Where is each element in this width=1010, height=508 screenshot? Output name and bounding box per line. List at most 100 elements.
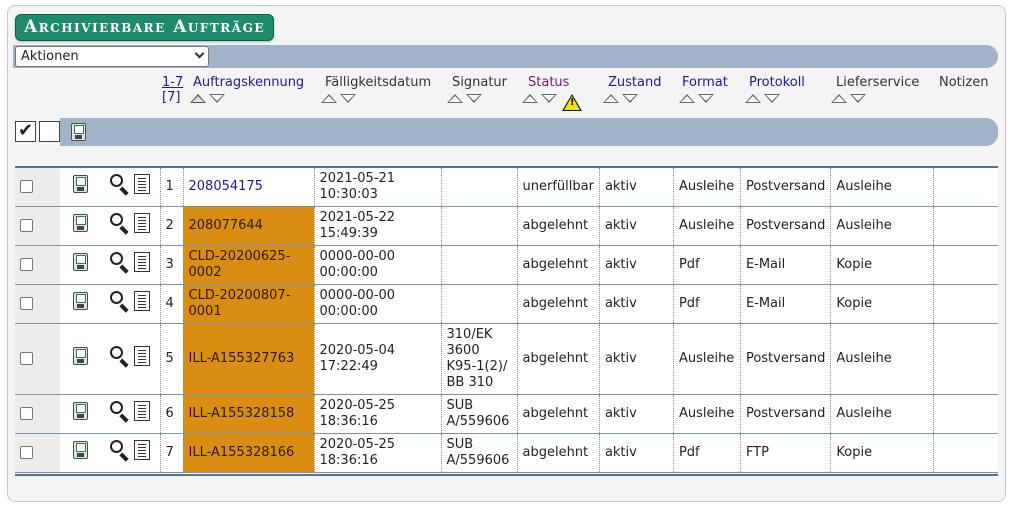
archive-button[interactable]	[72, 292, 88, 314]
archive-icon	[72, 175, 88, 194]
order-id-link[interactable]: CLD-20200625-0002	[189, 249, 291, 280]
signatur-cell: SUB A/559606	[440, 433, 517, 473]
order-id-link[interactable]: ILL-A155328158	[189, 406, 295, 421]
due-date-cell: 2020-05-25 18:36:16	[313, 394, 441, 434]
status-cell: abgelehnt	[516, 206, 600, 246]
sort-asc-icon[interactable]	[831, 94, 847, 103]
due-date: 2020-05-25	[319, 436, 396, 452]
range-indicator[interactable]: 1-7 [7]	[162, 75, 183, 105]
protokoll-cell: E-Mail	[739, 245, 831, 285]
status-cell: abgelehnt	[516, 323, 600, 395]
sort-desc-icon[interactable]	[466, 94, 482, 103]
sort-desc-icon[interactable]	[850, 94, 866, 103]
magnifier-icon[interactable]	[109, 440, 130, 462]
row-checkbox[interactable]	[20, 257, 33, 271]
order-id-cell: ILL-A155327763	[182, 323, 314, 395]
col-format-link[interactable]: Format	[682, 75, 728, 90]
archive-icon	[72, 253, 88, 271]
row-checkbox[interactable]	[20, 445, 33, 459]
deselect-all-checkbox[interactable]	[39, 121, 60, 142]
sort-asc-icon[interactable]	[447, 94, 463, 103]
format-cell: Pdf	[672, 433, 741, 473]
due-date: 0000-00-00	[319, 287, 396, 303]
sort-asc-icon[interactable]	[679, 94, 695, 103]
col-auftragskennung-link[interactable]: Auftragskennung	[193, 75, 304, 90]
due-time: 18:36:16	[319, 413, 378, 429]
status-cell: abgelehnt	[516, 284, 600, 324]
archive-button[interactable]	[72, 347, 88, 369]
format-cell: Ausleihe	[672, 166, 741, 207]
range-link[interactable]: 1-7	[162, 75, 183, 90]
document-icon[interactable]	[133, 213, 150, 233]
sort-desc-icon[interactable]	[698, 94, 714, 103]
document-icon[interactable]	[133, 252, 150, 272]
row-checkbox[interactable]	[20, 179, 33, 193]
due-time: 18:36:16	[319, 452, 378, 468]
select-all-checkbox[interactable]: ✔	[15, 121, 36, 142]
sort-desc-icon[interactable]	[622, 94, 638, 103]
magnifier-icon[interactable]	[109, 346, 130, 368]
chevron-down-icon	[194, 48, 205, 59]
format-cell: Pdf	[672, 245, 741, 285]
row-number: 6	[159, 394, 183, 434]
magnifier-icon[interactable]	[109, 213, 130, 235]
sort-asc-icon[interactable]	[321, 94, 337, 103]
archive-button[interactable]	[72, 175, 88, 197]
table-row: 4 CLD-20200807-0001 0000-00-00 00:00:00 a…	[15, 284, 998, 324]
row-checkbox[interactable]	[20, 351, 33, 365]
sort-desc-icon[interactable]	[340, 94, 356, 103]
row-checkbox[interactable]	[20, 218, 33, 232]
document-icon[interactable]	[133, 346, 150, 366]
sort-asc-icon[interactable]	[190, 94, 206, 103]
document-icon[interactable]	[133, 401, 150, 421]
col-signatur: Signatur	[447, 75, 508, 106]
sort-desc-icon[interactable]	[541, 94, 557, 103]
orders-table: 1 208054175 2021-05-21 10:30:03 unerfüllb…	[15, 166, 998, 473]
archive-button[interactable]	[72, 214, 88, 236]
due-date: 2021-05-21	[319, 170, 396, 186]
col-signatur-label: Signatur	[452, 75, 508, 90]
archive-button[interactable]	[72, 441, 88, 463]
magnifier-icon[interactable]	[109, 174, 130, 196]
order-id-cell: ILL-A155328166	[182, 433, 314, 473]
col-protokoll: Protokoll	[745, 75, 805, 106]
checkmark-icon: ✔	[17, 120, 34, 141]
signatur-cell: SUB A/559606	[440, 394, 517, 434]
lieferservice-cell: Kopie	[830, 284, 934, 324]
table-row: 6 ILL-A155328158 2020-05-25 18:36:16 SUB …	[15, 394, 998, 434]
order-id-link[interactable]: 208077644	[189, 218, 263, 233]
sort-desc-icon[interactable]	[209, 94, 225, 103]
order-id-link[interactable]: CLD-20200807-0001	[189, 288, 291, 319]
row-number: 4	[159, 284, 183, 324]
magnifier-icon[interactable]	[109, 401, 130, 423]
archive-button[interactable]	[72, 253, 88, 275]
row-checkbox[interactable]	[20, 406, 33, 420]
bulk-archive-button[interactable]	[71, 123, 86, 145]
actions-select[interactable]: Aktionen	[15, 46, 209, 67]
count-link[interactable]: [7]	[162, 90, 180, 105]
order-id-link[interactable]: ILL-A155328166	[189, 445, 295, 460]
sort-asc-icon[interactable]	[745, 94, 761, 103]
due-time: 10:30:03	[319, 186, 378, 202]
magnifier-icon[interactable]	[109, 252, 130, 274]
status-cell: abgelehnt	[516, 433, 600, 473]
archive-icon	[72, 441, 88, 459]
order-id-link[interactable]: 208054175	[189, 179, 263, 194]
sort-asc-icon[interactable]	[603, 94, 619, 103]
row-checkbox[interactable]	[20, 296, 33, 310]
col-protokoll-link[interactable]: Protokoll	[749, 75, 805, 90]
document-icon[interactable]	[133, 440, 150, 460]
document-icon[interactable]	[133, 174, 150, 195]
document-icon[interactable]	[133, 291, 150, 311]
sort-asc-icon[interactable]	[522, 94, 538, 103]
due-date-cell: 2021-05-21 10:30:03	[313, 166, 441, 207]
order-id-cell: CLD-20200625-0002	[182, 245, 314, 285]
col-zustand-link[interactable]: Zustand	[608, 75, 661, 90]
sort-desc-icon[interactable]	[764, 94, 780, 103]
order-id-link[interactable]: ILL-A155327763	[189, 351, 295, 366]
archive-button[interactable]	[72, 402, 88, 424]
zustand-cell: aktiv	[598, 323, 674, 395]
magnifier-icon[interactable]	[109, 291, 130, 313]
notizen-cell	[933, 323, 998, 395]
archive-icon	[72, 292, 88, 310]
